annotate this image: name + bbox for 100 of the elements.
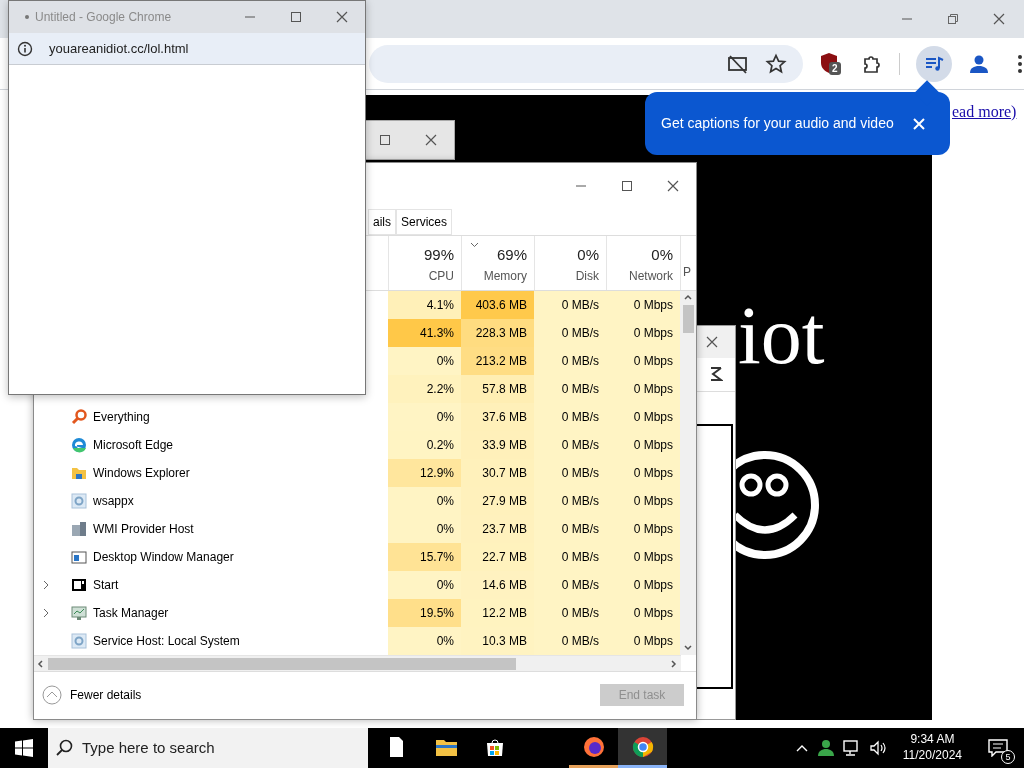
gear-icon bbox=[71, 493, 87, 510]
playlist-icon bbox=[924, 54, 944, 73]
browser-icon bbox=[71, 437, 87, 454]
browser-icon bbox=[631, 735, 654, 758]
table-cell: 0% bbox=[388, 627, 461, 656]
column-header[interactable]: Disk bbox=[535, 266, 599, 285]
table-cell: 0 MB/s bbox=[534, 627, 606, 656]
table-cell: 0 Mbps bbox=[606, 403, 680, 432]
column-header[interactable]: CPU bbox=[389, 266, 454, 285]
network-icon[interactable] bbox=[842, 740, 861, 756]
table-cell: 23.7 MB bbox=[461, 515, 534, 544]
folder-icon bbox=[71, 465, 87, 482]
scrollbar[interactable] bbox=[680, 291, 696, 656]
table-cell: 0 MB/s bbox=[534, 515, 606, 544]
magnifier-icon bbox=[71, 409, 87, 426]
collapse-icon[interactable] bbox=[42, 685, 62, 706]
table-cell: 12.9% bbox=[388, 459, 461, 488]
url-text: youareanidiot.cc/lol.html bbox=[49, 39, 189, 58]
table-cell: 15.7% bbox=[388, 543, 461, 572]
windows-logo-icon[interactable] bbox=[15, 739, 33, 757]
table-cell: 0 Mbps bbox=[606, 375, 680, 404]
table-cell: 0 MB/s bbox=[534, 347, 606, 376]
table-cell: 57.8 MB bbox=[461, 375, 534, 404]
table-cell: 0.2% bbox=[388, 431, 461, 460]
process-name[interactable]: Task Manager bbox=[93, 599, 169, 628]
table-cell: 0 MB/s bbox=[534, 319, 606, 348]
close-icon[interactable] bbox=[991, 11, 1007, 27]
close-icon[interactable] bbox=[334, 9, 350, 25]
restore-icon[interactable] bbox=[945, 11, 961, 27]
person-icon[interactable] bbox=[816, 739, 835, 757]
table-cell: 0 Mbps bbox=[606, 487, 680, 516]
table-cell: 27.9 MB bbox=[461, 487, 534, 516]
scroll-thumb[interactable] bbox=[48, 657, 516, 670]
table-cell: 30.7 MB bbox=[461, 459, 534, 488]
table-cell: 0% bbox=[388, 487, 461, 516]
table-cell: 0 MB/s bbox=[534, 599, 606, 628]
captions-button[interactable] bbox=[916, 45, 952, 82]
table-cell: 0 Mbps bbox=[606, 627, 680, 656]
table-cell: 0 Mbps bbox=[606, 459, 680, 488]
table-cell: 19.5% bbox=[388, 599, 461, 628]
read-more-link[interactable]: ead more) bbox=[952, 100, 1017, 124]
expand-chevron-icon[interactable] bbox=[42, 608, 50, 619]
info-icon bbox=[17, 40, 33, 57]
column-header[interactable]: Memory bbox=[462, 266, 527, 285]
table-cell: 0 MB/s bbox=[534, 431, 606, 460]
monitor-icon bbox=[71, 605, 87, 622]
expand-chevron-icon[interactable] bbox=[42, 580, 50, 591]
search-placeholder: Type here to search bbox=[82, 737, 215, 758]
notification-count: 5 bbox=[1001, 750, 1015, 764]
table-cell: 0 MB/s bbox=[534, 543, 606, 572]
process-name[interactable]: Microsoft Edge bbox=[93, 431, 174, 460]
table-cell: 4.1% bbox=[388, 291, 461, 320]
tab[interactable]: ails bbox=[368, 209, 396, 236]
scroll-thumb[interactable] bbox=[682, 305, 694, 334]
column-percent: 99% bbox=[423, 245, 454, 266]
table-cell: 0 Mbps bbox=[606, 347, 680, 376]
process-name[interactable]: wsappx bbox=[93, 487, 134, 516]
column-header[interactable]: Network bbox=[607, 266, 673, 285]
table-cell: 403.6 MB bbox=[461, 291, 534, 320]
address-bar[interactable]: youareanidiot.cc/lol.html bbox=[9, 33, 365, 65]
search-box[interactable]: Type here to search bbox=[48, 728, 368, 768]
table-cell: 0 Mbps bbox=[606, 515, 680, 544]
maximize-icon[interactable] bbox=[377, 132, 393, 148]
bubble-text: Get captions for your audio and video bbox=[660, 114, 894, 133]
taskbar-app[interactable] bbox=[618, 728, 667, 768]
clock-date[interactable]: 11/20/2024 bbox=[902, 748, 962, 764]
menu-icon[interactable] bbox=[1016, 52, 1024, 75]
star-icon[interactable] bbox=[765, 52, 787, 75]
table-cell: 2.2% bbox=[388, 375, 461, 404]
table-cell: 0 MB/s bbox=[534, 291, 606, 320]
table-cell: 0 Mbps bbox=[606, 543, 680, 572]
close-icon[interactable] bbox=[912, 117, 925, 130]
process-name[interactable]: WMI Provider Host bbox=[93, 515, 194, 544]
table-cell: 0 MB/s bbox=[534, 571, 606, 600]
search-icon bbox=[56, 739, 74, 757]
clock-time[interactable]: 9:34 AM bbox=[902, 732, 962, 748]
server-icon bbox=[71, 521, 87, 538]
process-name[interactable]: Desktop Window Manager bbox=[93, 543, 234, 572]
notification-icon[interactable] bbox=[988, 739, 1008, 757]
start-icon bbox=[71, 577, 87, 594]
close-icon[interactable] bbox=[423, 132, 439, 148]
table-cell: 0 Mbps bbox=[606, 291, 680, 320]
tab[interactable]: Services bbox=[396, 209, 453, 236]
table-cell: 0 Mbps bbox=[606, 599, 680, 628]
process-name[interactable]: Service Host: Local System bbox=[93, 627, 240, 656]
caret-up-icon[interactable] bbox=[794, 743, 809, 753]
window-title: Untitled - Google Chrome bbox=[35, 9, 172, 26]
column-header[interactable]: P bbox=[683, 263, 697, 282]
fewer-details-link[interactable]: Fewer details bbox=[70, 686, 142, 705]
scrollbar[interactable] bbox=[34, 655, 681, 671]
process-name[interactable]: Windows Explorer bbox=[93, 459, 190, 488]
maximize-icon[interactable] bbox=[288, 9, 304, 25]
sigma-icon[interactable] bbox=[709, 366, 723, 382]
volume-icon[interactable] bbox=[868, 740, 887, 756]
table-cell: 41.3% bbox=[388, 319, 461, 348]
table-cell: 0 Mbps bbox=[606, 319, 680, 348]
window-icon bbox=[71, 549, 87, 566]
process-name[interactable]: Start bbox=[93, 571, 119, 600]
close-icon[interactable] bbox=[704, 334, 720, 350]
process-name[interactable]: Everything bbox=[93, 403, 150, 432]
